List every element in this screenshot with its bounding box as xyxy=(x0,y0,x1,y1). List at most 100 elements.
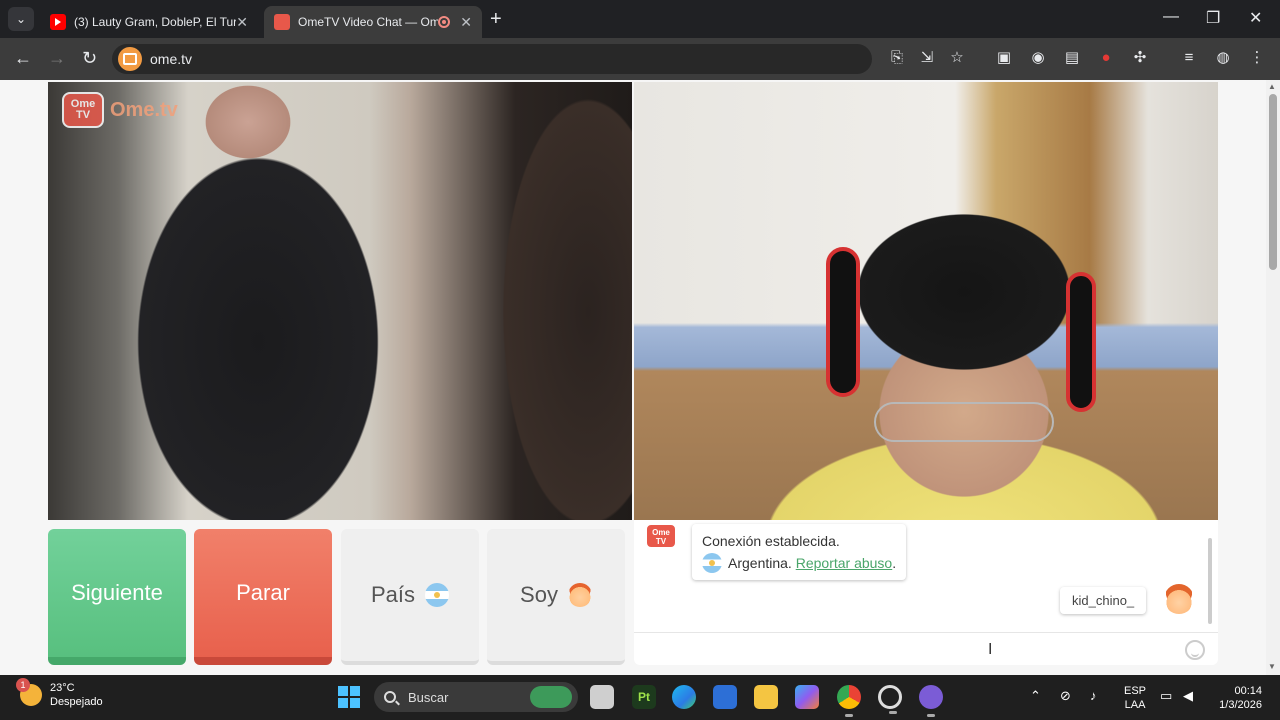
stop-label: Parar xyxy=(236,580,290,605)
stop-button[interactable]: Parar xyxy=(194,529,332,665)
tab-title: (3) Lauty Gram, DobleP, El Turk xyxy=(74,15,237,29)
network-icon[interactable]: ⊘ xyxy=(1060,688,1071,704)
weather-widget[interactable]: 1 23°C Despejado xyxy=(16,678,103,709)
chat-scrollbar[interactable] xyxy=(1208,538,1212,624)
ometv-page: Ome TV Ome.tv Siguiente Parar País Soy O… xyxy=(0,80,1280,675)
ometv-icon xyxy=(274,14,290,30)
search-placeholder: Buscar xyxy=(408,689,449,705)
glasses-shape xyxy=(874,402,1054,442)
headset-right-shape xyxy=(1066,272,1096,412)
taskbar-search[interactable]: Buscar xyxy=(374,682,578,712)
gender-button[interactable]: Soy xyxy=(487,529,625,665)
headset-left-shape xyxy=(826,247,860,397)
extensions-puzzle-icon[interactable]: ✣ xyxy=(1131,49,1149,67)
record-extension-icon[interactable]: ● xyxy=(1097,49,1115,67)
obs-icon[interactable] xyxy=(878,685,902,714)
maximize-button[interactable]: ❐ xyxy=(1206,8,1220,28)
extension-icon-3[interactable]: ▤ xyxy=(1063,49,1081,67)
start-tile xyxy=(338,698,348,708)
search-highlight-icon xyxy=(530,686,572,708)
chat-panel: Ome TV Conexión establecida. Argentina. … xyxy=(634,520,1218,665)
gender-label: Soy xyxy=(520,582,558,607)
extension-icon-1[interactable]: ▣ xyxy=(995,49,1013,67)
stranger-video: Ome TV Ome.tv xyxy=(48,82,632,520)
media-control-icon[interactable]: ≡ xyxy=(1180,49,1198,67)
next-button[interactable]: Siguiente xyxy=(48,529,186,665)
ometv-chat-logo-icon: Ome TV xyxy=(646,524,676,548)
close-tab-icon[interactable]: ✕ xyxy=(236,14,248,31)
start-tile xyxy=(350,686,360,696)
forward-button[interactable]: → xyxy=(48,48,66,69)
volume-icon[interactable]: ◀ xyxy=(1183,688,1193,704)
sun-icon: 1 xyxy=(16,678,42,706)
chat-logo-line1: Ome xyxy=(652,528,670,537)
chrome-icon[interactable] xyxy=(837,685,861,717)
argentina-flag-icon xyxy=(702,553,722,573)
notification-badge: 1 xyxy=(16,678,30,692)
chat-app-icon[interactable] xyxy=(919,685,943,717)
microphone-icon[interactable]: ♪ xyxy=(1090,688,1097,703)
extension-icon-2[interactable]: ◉ xyxy=(1029,49,1047,67)
start-tile xyxy=(338,686,348,696)
report-suffix: . xyxy=(892,555,897,571)
country-button[interactable]: País xyxy=(341,529,479,665)
logo-mark-line2: TV xyxy=(75,109,91,121)
scroll-up-arrow-icon[interactable]: ▲ xyxy=(1268,82,1276,91)
url-text: ome.tv xyxy=(150,51,193,67)
address-bar[interactable]: ome.tv xyxy=(112,44,872,74)
taskbar-clock[interactable]: 00:14 1/3/2026 xyxy=(1208,684,1262,712)
site-info-icon[interactable] xyxy=(118,47,142,71)
user-avatar xyxy=(1164,584,1194,614)
ometv-logo-mark: Ome TV xyxy=(62,92,104,128)
page-scrollbar[interactable]: ▲ ▼ xyxy=(1266,80,1280,675)
tab-search-icon[interactable]: ⌄ xyxy=(8,7,34,31)
connection-status: Conexión establecida. xyxy=(702,533,840,549)
new-tab-button[interactable]: + xyxy=(490,8,502,31)
tab-title: OmeTV Video Chat — Ome xyxy=(298,15,439,29)
tab-ometv[interactable]: OmeTV Video Chat — Ome ✕ xyxy=(264,6,482,38)
report-abuse-link[interactable]: Reportar abuso xyxy=(796,552,893,574)
chat-message-input[interactable]: I xyxy=(634,632,1218,665)
close-tab-icon[interactable]: ✕ xyxy=(460,14,472,31)
scrollbar-thumb[interactable] xyxy=(1269,94,1277,270)
packet-tracer-icon[interactable]: Pt xyxy=(632,685,656,709)
bookmark-star-icon[interactable]: ☆ xyxy=(948,49,966,67)
file-explorer-icon[interactable] xyxy=(754,685,778,709)
chat-logo-line2: TV xyxy=(655,537,667,546)
windows-taskbar: 1 23°C Despejado Buscar Pt ⌃ ⊘ ♪ ESP LAA… xyxy=(0,675,1280,720)
tab-youtube[interactable]: (3) Lauty Gram, DobleP, El Turk ✕ xyxy=(40,6,258,38)
language-indicator[interactable]: ESP LAA xyxy=(1124,684,1146,712)
logo-text: Ome.tv xyxy=(110,98,178,121)
translate-icon[interactable]: ⎘ xyxy=(888,49,906,67)
next-label: Siguiente xyxy=(71,580,163,605)
show-hidden-icons[interactable]: ⌃ xyxy=(1030,688,1041,704)
system-message: Conexión establecida. Argentina. Reporta… xyxy=(692,524,907,580)
menu-icon[interactable]: ⋮ xyxy=(1248,49,1266,67)
ometv-logo: Ome TV Ome.tv xyxy=(62,92,178,128)
recording-icon xyxy=(438,16,451,28)
display-icon[interactable]: ▭ xyxy=(1160,688,1172,704)
weather-temp: 23°C xyxy=(50,682,75,694)
clock-time: 00:14 xyxy=(1234,685,1262,697)
install-app-icon[interactable]: ⇲ xyxy=(918,49,936,67)
profile-avatar[interactable]: ◍ xyxy=(1214,49,1232,67)
start-button[interactable] xyxy=(338,686,360,708)
tab-strip: ⌄ (3) Lauty Gram, DobleP, El Turk ✕ OmeT… xyxy=(0,0,1280,38)
stranger-country: Argentina. xyxy=(728,555,792,571)
text-cursor-icon: I xyxy=(988,641,993,658)
clock-date: 1/3/2026 xyxy=(1219,699,1262,711)
back-button[interactable]: ← xyxy=(14,48,32,69)
browser-toolbar: ← → ↻ ome.tv ⎘ ⇲ ☆ ▣ ◉ ▤ ● ✣ ≡ ◍ ⋮ xyxy=(0,38,1280,80)
m365-icon[interactable] xyxy=(795,685,819,709)
minimize-button[interactable]: — xyxy=(1163,8,1179,26)
edge-icon[interactable] xyxy=(672,685,696,709)
close-window-button[interactable]: ✕ xyxy=(1249,8,1262,28)
argentina-flag-icon xyxy=(425,583,450,607)
emoji-icon[interactable] xyxy=(1185,640,1205,660)
store-icon[interactable] xyxy=(713,685,737,709)
task-view-icon[interactable] xyxy=(590,685,614,709)
self-video xyxy=(634,82,1218,520)
reload-button[interactable]: ↻ xyxy=(82,48,97,69)
start-tile xyxy=(350,698,360,708)
scroll-down-arrow-icon[interactable]: ▼ xyxy=(1268,662,1276,671)
